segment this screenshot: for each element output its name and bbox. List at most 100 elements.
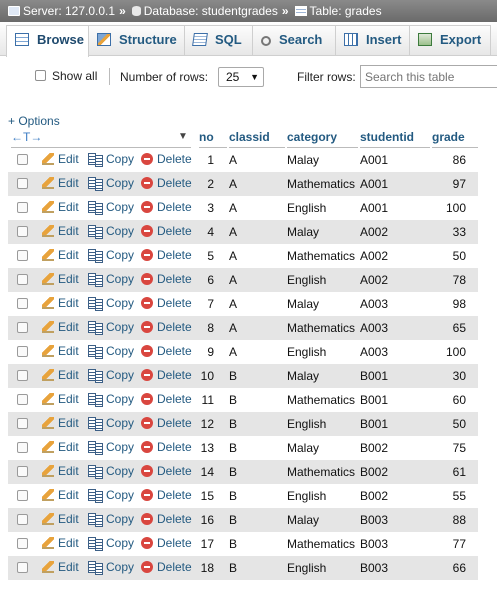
row-checkbox[interactable] xyxy=(17,298,28,309)
delete-button[interactable]: Delete xyxy=(141,268,192,292)
row-checkbox[interactable] xyxy=(17,226,28,237)
cell-no: 17 xyxy=(200,537,214,551)
edit-button[interactable]: Edit xyxy=(42,412,79,436)
breadcrumb-table[interactable]: Table: grades xyxy=(310,0,382,22)
edit-button[interactable]: Edit xyxy=(42,484,79,508)
copy-button[interactable]: Copy xyxy=(88,364,134,388)
row-checkbox[interactable] xyxy=(17,202,28,213)
cell-no: 9 xyxy=(207,345,214,359)
copy-button[interactable]: Copy xyxy=(88,532,134,556)
edit-button[interactable]: Edit xyxy=(42,220,79,244)
copy-button[interactable]: Copy xyxy=(88,244,134,268)
copy-button[interactable]: Copy xyxy=(88,412,134,436)
column-header-classid[interactable]: classid xyxy=(229,127,285,148)
copy-button[interactable]: Copy xyxy=(88,484,134,508)
row-checkbox[interactable] xyxy=(17,394,28,405)
delete-button[interactable]: Delete xyxy=(141,508,192,532)
edit-button[interactable]: Edit xyxy=(42,244,79,268)
copy-button[interactable]: Copy xyxy=(88,508,134,532)
row-checkbox[interactable] xyxy=(17,178,28,189)
copy-button[interactable]: Copy xyxy=(88,340,134,364)
breadcrumb-server[interactable]: Server: 127.0.0.1 xyxy=(23,0,115,22)
edit-button[interactable]: Edit xyxy=(42,196,79,220)
delete-button[interactable]: Delete xyxy=(141,220,192,244)
edit-button[interactable]: Edit xyxy=(42,268,79,292)
row-checkbox[interactable] xyxy=(17,490,28,501)
tab-structure[interactable]: Structure xyxy=(89,25,185,56)
column-header-no[interactable]: no xyxy=(199,127,227,148)
delete-button[interactable]: Delete xyxy=(141,484,192,508)
delete-button[interactable]: Delete xyxy=(141,532,192,556)
edit-label: Edit xyxy=(58,176,79,190)
copy-button[interactable]: Copy xyxy=(88,220,134,244)
column-resize-arrows-icon[interactable]: ←T→ xyxy=(11,127,191,148)
delete-button[interactable]: Delete xyxy=(141,460,192,484)
edit-button[interactable]: Edit xyxy=(42,508,79,532)
delete-button[interactable]: Delete xyxy=(141,340,192,364)
copy-label: Copy xyxy=(106,296,135,310)
edit-button[interactable]: Edit xyxy=(42,460,79,484)
column-header-grade[interactable]: grade xyxy=(432,127,478,148)
edit-button[interactable]: Edit xyxy=(42,364,79,388)
edit-label: Edit xyxy=(58,344,79,358)
delete-button[interactable]: Delete xyxy=(141,244,192,268)
edit-button[interactable]: Edit xyxy=(42,316,79,340)
row-checkbox[interactable] xyxy=(17,154,28,165)
delete-button[interactable]: Delete xyxy=(141,316,192,340)
copy-button[interactable]: Copy xyxy=(88,268,134,292)
delete-button[interactable]: Delete xyxy=(141,196,192,220)
edit-button[interactable]: Edit xyxy=(42,556,79,580)
row-checkbox[interactable] xyxy=(17,418,28,429)
column-header-studentid[interactable]: studentid xyxy=(360,127,430,148)
delete-button[interactable]: Delete xyxy=(141,556,192,580)
number-of-rows-select[interactable]: 25 ▼ xyxy=(218,67,264,87)
row-checkbox[interactable] xyxy=(17,274,28,285)
delete-button[interactable]: Delete xyxy=(141,292,192,316)
delete-button[interactable]: Delete xyxy=(141,172,192,196)
delete-button[interactable]: Delete xyxy=(141,364,192,388)
show-all-checkbox[interactable] xyxy=(35,70,46,81)
edit-button[interactable]: Edit xyxy=(42,148,79,172)
edit-button[interactable]: Edit xyxy=(42,292,79,316)
tab-browse[interactable]: Browse xyxy=(6,25,89,57)
table-row: Edit Copy Delete 8 A Mathematics A003 65 xyxy=(8,316,478,340)
edit-button[interactable]: Edit xyxy=(42,340,79,364)
edit-button[interactable]: Edit xyxy=(42,172,79,196)
copy-button[interactable]: Copy xyxy=(88,172,134,196)
copy-button[interactable]: Copy xyxy=(88,460,134,484)
edit-button[interactable]: Edit xyxy=(42,436,79,460)
row-checkbox[interactable] xyxy=(17,538,28,549)
delete-button[interactable]: Delete xyxy=(141,148,192,172)
filter-rows-input[interactable] xyxy=(360,65,497,88)
row-checkbox[interactable] xyxy=(17,370,28,381)
tab-sql[interactable]: SQL xyxy=(185,25,253,56)
copy-button[interactable]: Copy xyxy=(88,556,134,580)
row-checkbox[interactable] xyxy=(17,514,28,525)
edit-label: Edit xyxy=(58,440,79,454)
delete-button[interactable]: Delete xyxy=(141,388,192,412)
delete-button[interactable]: Delete xyxy=(141,436,192,460)
copy-button[interactable]: Copy xyxy=(88,292,134,316)
copy-button[interactable]: Copy xyxy=(88,436,134,460)
breadcrumb-database[interactable]: Database: studentgrades xyxy=(144,0,278,22)
tab-search[interactable]: Search xyxy=(253,25,336,56)
copy-button[interactable]: Copy xyxy=(88,196,134,220)
row-checkbox[interactable] xyxy=(17,562,28,573)
copy-button[interactable]: Copy xyxy=(88,148,134,172)
pencil-icon xyxy=(42,513,54,525)
chevron-down-icon[interactable]: ▼ xyxy=(178,131,188,142)
column-header-category[interactable]: category xyxy=(287,127,358,148)
row-checkbox[interactable] xyxy=(17,250,28,261)
edit-button[interactable]: Edit xyxy=(42,532,79,556)
row-checkbox[interactable] xyxy=(17,466,28,477)
copy-button[interactable]: Copy xyxy=(88,316,134,340)
delete-button[interactable]: Delete xyxy=(141,412,192,436)
tab-export[interactable]: Export xyxy=(410,25,491,56)
edit-button[interactable]: Edit xyxy=(42,388,79,412)
tab-insert[interactable]: Insert xyxy=(336,25,410,56)
options-toggle[interactable]: + Options xyxy=(8,114,60,128)
row-checkbox[interactable] xyxy=(17,322,28,333)
row-checkbox[interactable] xyxy=(17,442,28,453)
copy-button[interactable]: Copy xyxy=(88,388,134,412)
row-checkbox[interactable] xyxy=(17,346,28,357)
